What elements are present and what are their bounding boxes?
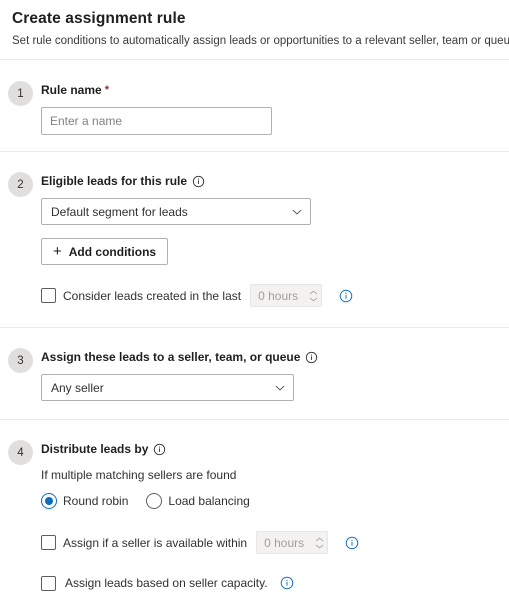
section-body-2: Eligible leads for this rule Default seg… xyxy=(41,170,509,307)
seller-available-label: Assign if a seller is available within xyxy=(63,535,248,550)
step-badge-4: 4 xyxy=(8,440,33,465)
radio-load-balancing-label: Load balancing xyxy=(168,494,250,508)
consider-leads-hours-stepper[interactable]: 0 hours xyxy=(250,284,323,307)
section-heading-distribute-leads: Distribute leads by xyxy=(41,441,509,458)
assign-target-dropdown[interactable]: Any seller xyxy=(41,374,294,401)
section-heading-label: Distribute leads by xyxy=(41,442,149,456)
step-badge-2: 2 xyxy=(8,172,33,197)
rule-name-input[interactable] xyxy=(41,107,272,135)
chevron-down-icon xyxy=(291,206,303,218)
info-circle-icon xyxy=(305,351,318,364)
assign-target-dropdown-value: Any seller xyxy=(51,380,104,395)
seller-capacity-label: Assign leads based on seller capacity. xyxy=(65,576,268,590)
radio-round-robin-control[interactable] xyxy=(41,493,57,509)
seller-available-checkbox[interactable] xyxy=(41,535,56,550)
chevron-down-icon xyxy=(274,382,286,394)
info-circle-icon[interactable] xyxy=(339,289,353,303)
add-conditions-label: Add conditions xyxy=(68,244,157,259)
section-heading-label: Rule name xyxy=(41,83,102,97)
section-assign-target: 3 Assign these leads to a seller, team, … xyxy=(0,328,509,401)
radio-selected-dot xyxy=(45,497,53,505)
info-circle-icon xyxy=(153,443,166,456)
seller-available-row: Assign if a seller is available within 0… xyxy=(41,531,509,554)
add-conditions-button[interactable]: + Add conditions xyxy=(41,238,169,265)
consider-leads-hours-value: 0 hours xyxy=(258,288,299,303)
section-heading-assign-target: Assign these leads to a seller, team, or… xyxy=(41,349,509,366)
section-body-4: Distribute leads by If multiple matching… xyxy=(41,438,509,591)
radio-load-balancing[interactable]: Load balancing xyxy=(146,493,250,509)
stepper-arrows-icon[interactable] xyxy=(311,532,327,553)
section-heading-label: Assign these leads to a seller, team, or… xyxy=(41,350,301,364)
eligible-leads-dropdown-value: Default segment for leads xyxy=(51,204,188,219)
info-circle-icon[interactable] xyxy=(280,576,294,590)
eligible-leads-dropdown[interactable]: Default segment for leads xyxy=(41,198,311,225)
plus-icon: + xyxy=(53,242,62,260)
section-rule-name: 1 Rule name * xyxy=(0,60,509,135)
section-body-3: Assign these leads to a seller, team, or… xyxy=(41,346,509,401)
page-subtitle: Set rule conditions to automatically ass… xyxy=(12,34,509,49)
info-circle-icon xyxy=(192,175,205,188)
section-heading-rule-name: Rule name * xyxy=(41,82,509,99)
distribute-leads-note: If multiple matching sellers are found xyxy=(41,468,237,482)
consider-leads-checkbox[interactable] xyxy=(41,288,56,303)
seller-capacity-row: Assign leads based on seller capacity. xyxy=(41,575,509,591)
section-heading-eligible-leads: Eligible leads for this rule xyxy=(41,173,509,190)
page-header: Create assignment rule Set rule conditio… xyxy=(0,0,509,49)
section-heading-label: Eligible leads for this rule xyxy=(41,174,188,188)
info-circle-icon[interactable] xyxy=(345,536,359,550)
seller-available-hours-stepper[interactable]: 0 hours xyxy=(256,531,329,554)
stepper-arrows-icon[interactable] xyxy=(305,285,321,306)
consider-leads-label: Consider leads created in the last xyxy=(63,288,242,303)
required-asterisk: * xyxy=(104,84,109,96)
radio-load-balancing-control[interactable] xyxy=(146,493,163,509)
radio-round-robin[interactable]: Round robin xyxy=(41,493,128,509)
step-badge-1: 1 xyxy=(8,81,33,106)
distribute-mode-radio-group: Round robin Load balancing xyxy=(41,493,509,509)
step-badge-3: 3 xyxy=(8,348,33,373)
seller-available-hours-value: 0 hours xyxy=(264,535,305,550)
radio-round-robin-label: Round robin xyxy=(63,494,129,508)
page-title: Create assignment rule xyxy=(12,10,186,27)
section-body-1: Rule name * xyxy=(41,79,509,135)
seller-capacity-checkbox[interactable] xyxy=(41,575,56,591)
section-distribute-leads: 4 Distribute leads by If multiple matchi… xyxy=(0,420,509,591)
page-subtitle-text: Set rule conditions to automatically ass… xyxy=(12,35,509,47)
section-eligible-leads: 2 Eligible leads for this rule Default s… xyxy=(0,152,509,307)
consider-leads-row: Consider leads created in the last 0 hou… xyxy=(41,284,509,307)
